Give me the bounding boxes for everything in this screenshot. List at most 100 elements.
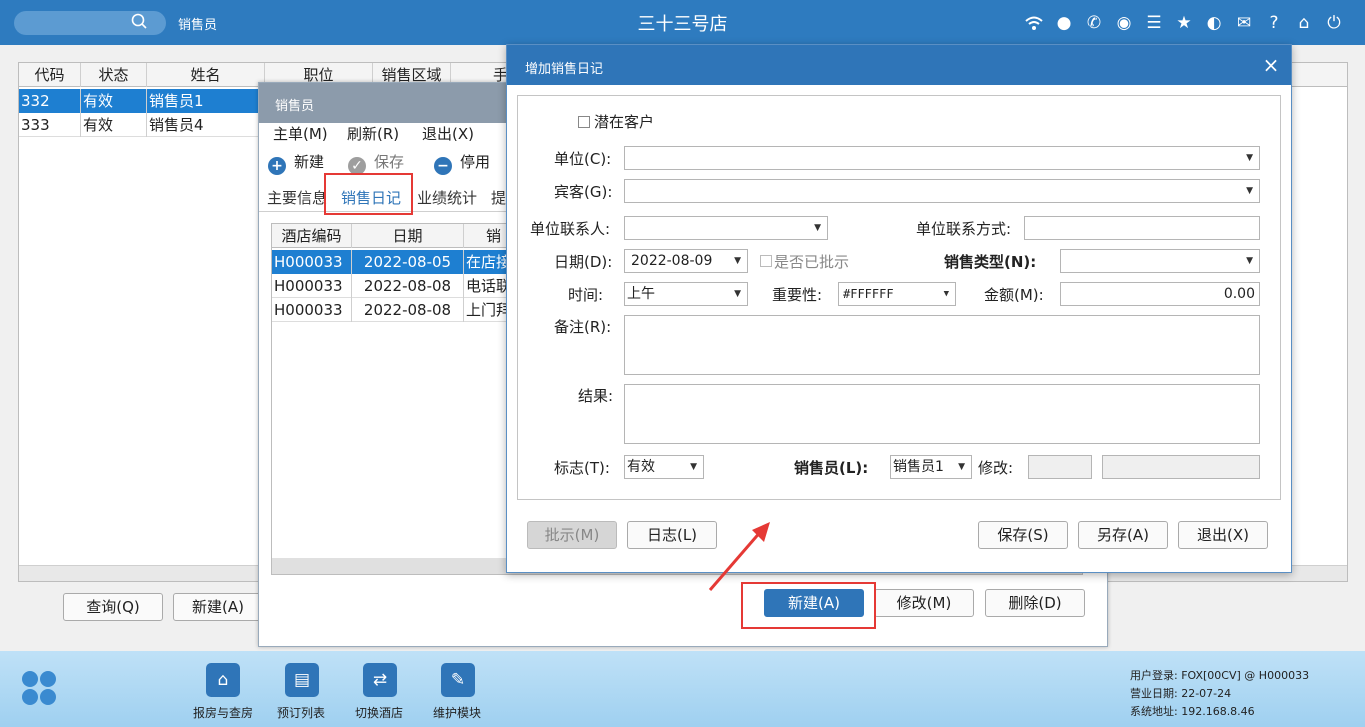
power-icon[interactable]: ⏻ [1323,12,1345,34]
annotation-arrow-icon [708,522,770,591]
palette-icon[interactable]: ◉ [1113,12,1135,34]
sales-log-modify-button[interactable]: 修改(M) [874,589,974,617]
salesperson-select[interactable]: 销售员1 [890,455,972,479]
toolbar-new-label: 新建 [294,153,325,171]
importance-color-select[interactable]: #FFFFFF [838,282,956,306]
result-textarea[interactable] [624,384,1260,444]
cell-hotel: H000033 [272,274,352,298]
unit-contact-label: 单位联系人: [530,220,611,238]
cell-type: 电话联 [464,274,512,298]
phone-icon[interactable]: ✆ [1083,12,1105,34]
theme-icon[interactable]: ◐ [1203,12,1225,34]
switch-hotel-tile-label[interactable]: 切换酒店 [355,704,403,721]
query-button[interactable]: 查询(Q) [63,593,163,621]
menu-exit[interactable]: 退出(X) [422,123,474,144]
toolbar-save-label: 保存 [374,153,405,171]
app-logo-icon[interactable] [20,669,58,707]
toolbar-disable-label: 停用 [460,153,491,171]
approved-label: 是否已批示 [774,253,850,271]
table-row[interactable]: 333 有效 销售员4 [19,113,259,137]
time-select[interactable]: 上午 [624,282,748,306]
home-icon[interactable]: ⌂ [1293,12,1315,34]
guest-select[interactable] [624,179,1260,203]
reservation-list-tile-icon[interactable]: ▤ [285,663,319,697]
wifi-icon[interactable] [1023,12,1045,34]
reservation-list-tile-label[interactable]: 预订列表 [277,704,325,721]
menu-refresh[interactable]: 刷新(R) [347,123,399,144]
column-header-hotel-code[interactable]: 酒店编码 [272,224,352,248]
unit-select[interactable] [624,146,1260,170]
add-sales-log-dialog: 增加销售日记 × 潜在客户 单位(C): 宾客(G): 单位联系人: 单位联系方… [506,44,1292,573]
cell-date: 2022-08-08 [352,274,464,298]
menu-main[interactable]: 主单(M) [273,123,328,144]
room-check-tile-label[interactable]: 报房与查房 [193,704,253,721]
result-label: 结果: [578,387,614,405]
cell-hotel: H000033 [272,298,352,322]
approve-button[interactable]: 批示(M) [527,521,617,549]
column-header-name[interactable]: 姓名 [147,63,265,87]
date-label: 日期(D): [554,253,613,271]
cell-status: 有效 [81,89,147,113]
cell-type: 上门拜 [464,298,512,322]
business-date-info: 营业日期: 22-07-24 [1130,687,1232,700]
toolbar-new-button[interactable]: + 新建 [268,152,324,175]
cell-name: 销售员1 [147,89,259,113]
unit-contact-method-label: 单位联系方式: [916,220,1012,238]
salesperson-label: 销售员(L): [794,459,869,477]
potential-customer-checkbox[interactable] [578,116,590,128]
save-as-button[interactable]: 另存(A) [1078,521,1168,549]
column-header-date[interactable]: 日期 [352,224,464,248]
table-row[interactable]: H000033 2022-08-05 在店接 [272,250,512,274]
module-title: 销售员 [178,18,218,33]
menu-icon[interactable]: ☰ [1143,12,1165,34]
star-icon[interactable]: ★ [1173,12,1195,34]
column-header-code[interactable]: 代码 [19,63,81,87]
amount-input[interactable]: 0.00 [1060,282,1260,306]
table-row[interactable]: H000033 2022-08-08 上门拜 [272,298,512,322]
dialog-form: 潜在客户 单位(C): 宾客(G): 单位联系人: 单位联系方式: 日期(D):… [517,95,1281,500]
importance-label: 重要性: [772,286,823,304]
save-button[interactable]: 保存(S) [978,521,1068,549]
maintenance-tile-label[interactable]: 维护模块 [433,704,481,721]
plus-icon: + [268,157,286,175]
close-icon[interactable]: × [1259,53,1283,77]
toolbar-disable-button[interactable]: − 停用 [434,152,490,175]
maintenance-tile-icon[interactable]: ✎ [441,663,475,697]
window-title: 销售员 [275,99,315,114]
main-new-button[interactable]: 新建(A) [173,593,263,621]
flag-label: 标志(T): [554,459,610,477]
mail-icon[interactable]: ✉ [1233,12,1255,34]
table-row[interactable]: H000033 2022-08-08 电话联 [272,274,512,298]
unit-contact-select[interactable] [624,216,828,240]
remark-textarea[interactable] [624,315,1260,375]
exit-button[interactable]: 退出(X) [1178,521,1268,549]
flag-select[interactable]: 有效 [624,455,704,479]
search-icon[interactable] [130,12,150,32]
switch-hotel-tile-icon[interactable]: ⇄ [363,663,397,697]
tab-more[interactable]: 提 [491,187,506,208]
chat-icon[interactable]: ● [1053,12,1075,34]
tab-main-info[interactable]: 主要信息 [267,187,327,208]
column-header-status[interactable]: 状态 [81,63,147,87]
sales-type-select[interactable] [1060,249,1260,273]
room-check-tile-icon[interactable]: ⌂ [206,663,240,697]
date-picker[interactable]: 2022-08-09 [624,249,748,273]
dialog-title: 增加销售日记 [525,62,604,77]
unit-contact-method-input[interactable] [1024,216,1260,240]
amount-label: 金额(M): [984,286,1044,304]
approved-checkbox[interactable] [760,255,772,267]
help-icon[interactable]: ? [1263,12,1285,34]
tab-performance[interactable]: 业绩统计 [417,187,477,208]
cell-date: 2022-08-08 [352,298,464,322]
minus-icon: − [434,157,452,175]
unit-label: 单位(C): [554,150,612,168]
cell-code: 332 [19,89,81,113]
toolbar-save-button[interactable]: ✓ 保存 [348,152,404,175]
sales-log-delete-button[interactable]: 删除(D) [985,589,1085,617]
dialog-title-bar[interactable] [507,45,1291,85]
table-row[interactable]: 332 有效 销售员1 [19,89,259,113]
cell-date: 2022-08-05 [352,250,464,274]
cell-type: 在店接 [464,250,512,274]
system-address-info: 系统地址: 192.168.8.46 [1130,705,1255,718]
sales-type-label: 销售类型(N): [944,253,1037,271]
